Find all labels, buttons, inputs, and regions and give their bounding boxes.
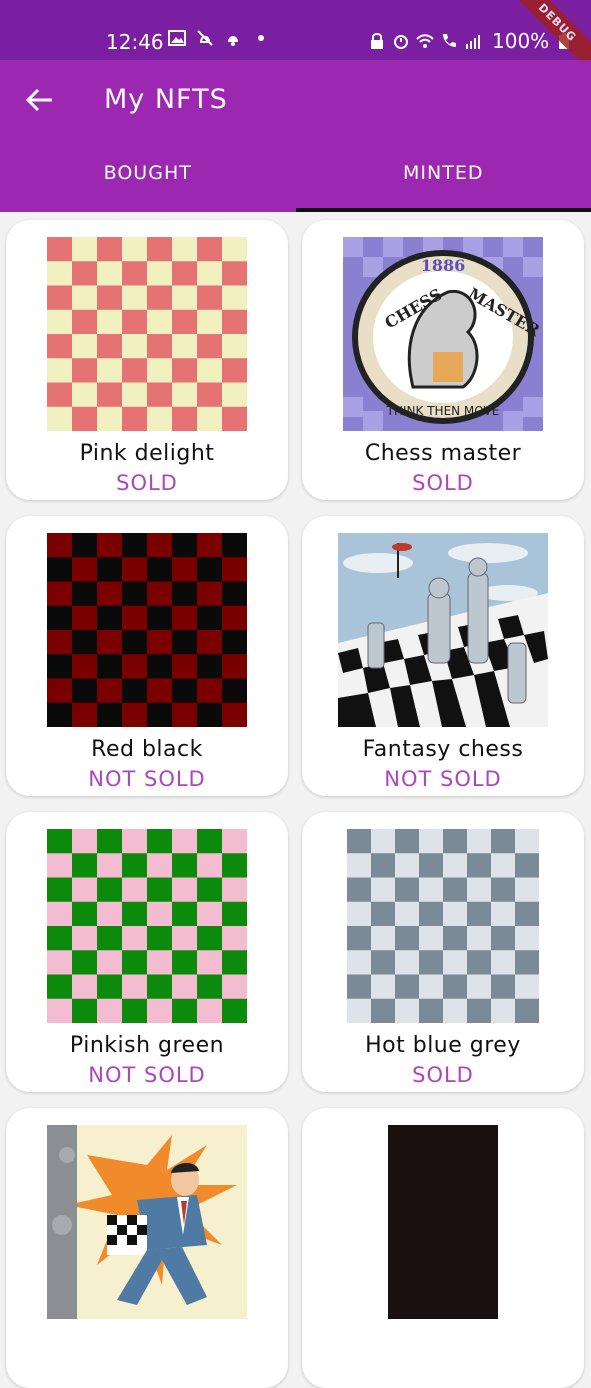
nft-status: NOT SOLD — [302, 767, 584, 791]
nft-name: Fantasy chess — [302, 737, 584, 762]
nft-status: SOLD — [302, 471, 584, 495]
call-icon — [440, 32, 458, 50]
status-time: 12:46 — [106, 30, 164, 54]
nft-thumbnail — [338, 533, 548, 727]
alarm-icon — [392, 32, 410, 50]
svg-text:THINK THEN MOVE: THINK THEN MOVE — [386, 404, 500, 418]
tab-bar: BOUGHT MINTED — [0, 152, 591, 212]
nft-thumbnail — [47, 829, 247, 1023]
status-icons-left — [168, 29, 270, 47]
nft-name: Chess master — [302, 441, 584, 466]
nft-card[interactable]: Pinkish green NOT SOLD — [6, 812, 288, 1092]
nft-card[interactable]: 1886 CHESS MASTER THINK THEN MOVE Chess … — [302, 220, 584, 500]
nft-name: Hot blue grey — [302, 1033, 584, 1058]
nft-thumbnail — [47, 237, 247, 431]
nft-thumbnail — [388, 1125, 498, 1319]
dot-icon — [252, 29, 270, 47]
no-disturb-icon — [196, 29, 214, 47]
nft-card[interactable] — [6, 1108, 288, 1388]
bell-icon — [224, 29, 242, 47]
lock-icon — [368, 32, 386, 50]
nft-status: NOT SOLD — [6, 767, 288, 791]
nft-thumbnail: 1886 CHESS MASTER THINK THEN MOVE — [343, 237, 543, 431]
nft-card[interactable]: Pink delight SOLD — [6, 220, 288, 500]
nft-thumbnail — [47, 1125, 247, 1319]
nft-status: SOLD — [302, 1063, 584, 1087]
nft-card[interactable] — [302, 1108, 584, 1388]
status-bar: 12:46 100% DEBUG — [0, 0, 591, 60]
nft-name: Red black — [6, 737, 288, 762]
status-icons-right: 100% — [368, 29, 573, 53]
app-bar: My NFTS BOUGHT MINTED — [0, 60, 591, 212]
nft-card[interactable]: Red black NOT SOLD — [6, 516, 288, 796]
tab-minted[interactable]: MINTED — [296, 152, 591, 212]
svg-text:1886: 1886 — [421, 256, 466, 275]
nft-name: Pink delight — [6, 441, 288, 466]
battery-percent: 100% — [492, 29, 549, 53]
nft-status: NOT SOLD — [6, 1063, 288, 1087]
nft-card[interactable]: Hot blue grey SOLD — [302, 812, 584, 1092]
wifi-icon — [416, 32, 434, 50]
page-title: My NFTS — [104, 84, 228, 115]
back-arrow-icon[interactable] — [22, 82, 58, 118]
nft-thumbnail — [347, 829, 539, 1023]
image-icon — [168, 29, 186, 47]
nft-thumbnail — [47, 533, 247, 727]
nft-card[interactable]: Fantasy chess NOT SOLD — [302, 516, 584, 796]
tab-indicator — [296, 208, 591, 212]
tab-bought[interactable]: BOUGHT — [0, 152, 296, 212]
nft-name: Pinkish green — [6, 1033, 288, 1058]
nft-status: SOLD — [6, 471, 288, 495]
signal-icon — [464, 32, 482, 50]
